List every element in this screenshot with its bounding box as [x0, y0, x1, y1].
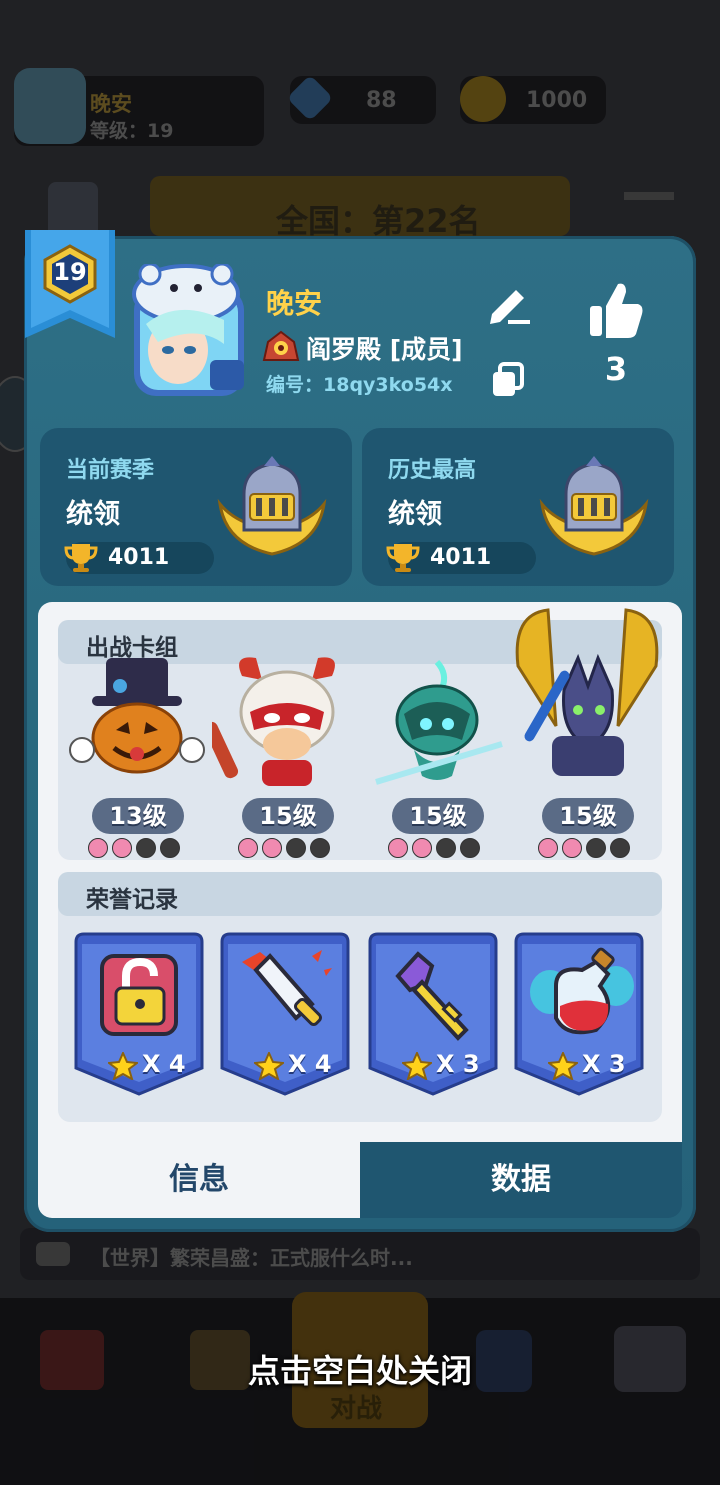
card-level: 15级 [542, 798, 634, 834]
honor-item-lock[interactable]: X 4 [72, 932, 206, 1096]
guild-name: 阎罗殿 [成员] [306, 335, 463, 364]
deck-card-anubis[interactable]: 15级 [512, 608, 662, 858]
trophy-icon [64, 544, 98, 572]
honor-item-key[interactable]: X 3 [366, 932, 500, 1096]
level-number: 19 [53, 258, 87, 286]
deck-card-monkey-king[interactable]: 15级 [203, 650, 362, 858]
card-star-dots [88, 838, 188, 858]
star-icon [108, 1052, 138, 1080]
card-star-dots [238, 838, 338, 858]
star-dot-filled [412, 838, 432, 858]
star-dot-empty [160, 838, 180, 858]
pumpkin-gentleman-icon [69, 658, 205, 774]
star-dot-empty [286, 838, 306, 858]
commander-helmet-icon [217, 456, 327, 556]
card-level: 15级 [242, 798, 334, 834]
honor-count: X 4 [288, 1050, 332, 1078]
monkey-king-icon [203, 657, 335, 786]
key-icon [395, 951, 469, 1041]
honor-item-sword[interactable]: X 4 [218, 932, 352, 1096]
card-star-dots [388, 838, 488, 858]
player-avatar[interactable] [128, 262, 250, 400]
star-dot-filled [112, 838, 132, 858]
deck-card-ghost-knight[interactable]: 15级 [362, 650, 512, 858]
card-level: 13级 [92, 798, 184, 834]
card-star-dots [538, 838, 638, 858]
star-dot-empty [436, 838, 456, 858]
star-dot-filled [262, 838, 282, 858]
edit-icon[interactable] [486, 282, 534, 326]
tab-info[interactable]: 信息 [38, 1142, 360, 1218]
history-best-rank: 统领 [388, 499, 442, 530]
star-dot-filled [88, 838, 108, 858]
sword-icon [242, 950, 332, 1026]
current-season-title: 当前赛季 [66, 458, 155, 483]
potion-icon [530, 947, 634, 1035]
star-dot-empty [136, 838, 156, 858]
current-season-trophy-pill: 4011 [64, 542, 214, 574]
honor-count: X 3 [436, 1050, 480, 1078]
guild-icon [262, 330, 300, 362]
history-best-trophy-pill: 4011 [386, 542, 536, 574]
star-icon [548, 1052, 578, 1080]
deck-card-pumpkin[interactable]: 13级 [62, 650, 212, 858]
star-dot-empty [310, 838, 330, 858]
lock-icon [100, 954, 178, 1036]
like-count: 3 [604, 350, 628, 388]
current-season-card: 当前赛季 统领 4011 [40, 428, 352, 586]
history-best-trophies: 4011 [430, 545, 492, 570]
card-level: 15级 [392, 798, 484, 834]
tab-data[interactable]: 数据 [360, 1142, 682, 1218]
star-dot-empty [610, 838, 630, 858]
star-icon [254, 1052, 284, 1080]
star-dot-empty [460, 838, 480, 858]
honor-count: X 4 [142, 1050, 186, 1078]
history-best-card: 历史最高 统领 4011 [362, 428, 674, 586]
player-name: 晚安 [266, 287, 323, 320]
honor-item-potion[interactable]: X 3 [512, 932, 646, 1096]
anubis-icon [515, 608, 659, 776]
star-dot-empty [586, 838, 606, 858]
ghost-knight-icon [375, 659, 503, 785]
history-best-title: 历史最高 [388, 458, 477, 483]
current-season-rank: 统领 [66, 499, 120, 530]
star-dot-filled [388, 838, 408, 858]
copy-icon[interactable] [490, 362, 526, 398]
star-dot-filled [238, 838, 258, 858]
commander-helmet-icon [539, 456, 649, 556]
honor-header: 荣誉记录 [58, 872, 662, 916]
honor-count: X 3 [582, 1050, 626, 1078]
info-panel: 出战卡组 13级 15级 15级 15级 荣誉记录 X 4 X 4 X 3 X … [38, 602, 682, 1142]
like-icon[interactable] [588, 280, 644, 340]
current-season-trophies: 4011 [108, 545, 170, 570]
star-dot-filled [562, 838, 582, 858]
star-dot-filled [538, 838, 558, 858]
close-hint[interactable]: 点击空白处关闭 [0, 1346, 720, 1392]
honor-title: 荣誉记录 [86, 887, 178, 913]
trophy-icon [386, 544, 420, 572]
star-icon [402, 1052, 432, 1080]
player-id: 编号：18qy3ko54x [266, 374, 453, 396]
